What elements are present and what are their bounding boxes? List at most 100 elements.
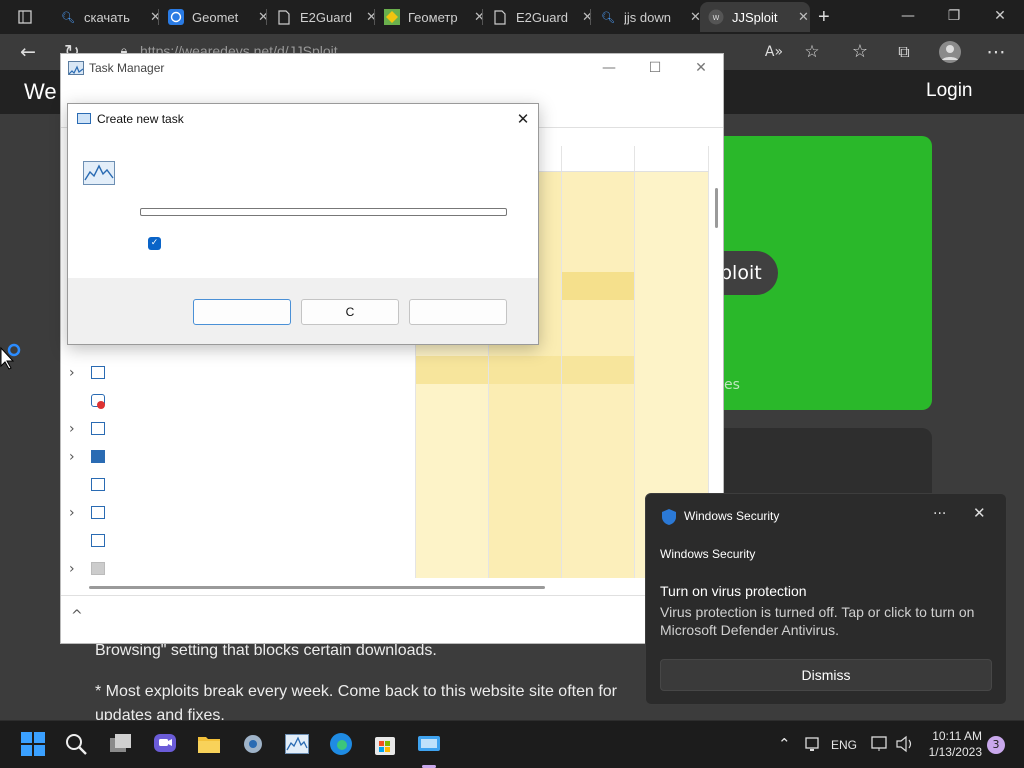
dismiss-button[interactable]: Dismiss — [660, 659, 992, 691]
tab-2[interactable]: Geomet ✕ — [160, 2, 269, 32]
tab-label: скачать — [84, 9, 130, 25]
notification-count-badge[interactable]: 3 — [987, 736, 1005, 754]
file-explorer-icon[interactable] — [196, 731, 222, 757]
process-row[interactable]: › — [61, 360, 415, 388]
chevron-right-icon[interactable]: › — [69, 505, 75, 521]
tab-6[interactable]: 🔍︎ jjs down ✕ — [592, 2, 701, 32]
task-manager-title: Task Manager — [89, 61, 165, 75]
tab-1[interactable]: 🔍︎ скачать ✕ — [52, 2, 161, 32]
highlight-row — [415, 356, 634, 384]
app-window-icon — [91, 506, 105, 519]
read-aloud-icon[interactable]: A» — [762, 40, 786, 64]
highlight-cell — [561, 272, 634, 300]
task-manager-taskbar-icon[interactable] — [284, 731, 310, 757]
process-row[interactable]: › — [61, 500, 415, 528]
browser-tab-strip: 🔍︎ скачать ✕ Geomet ✕ E2Guard ✕ Геометр … — [0, 0, 1024, 34]
tab-actions-button[interactable] — [10, 2, 40, 32]
more-options-icon[interactable]: ··· — [933, 506, 946, 522]
new-tab-button[interactable]: + — [818, 2, 830, 32]
vertical-scrollbar[interactable] — [715, 188, 718, 228]
minimize-icon[interactable]: — — [898, 6, 918, 26]
edge-browser-icon[interactable] — [328, 731, 354, 757]
app-window-icon — [91, 534, 105, 547]
ok-button[interactable] — [193, 299, 291, 325]
add-favorite-icon[interactable]: ☆ — [800, 40, 824, 64]
chevron-right-icon[interactable]: › — [69, 561, 75, 577]
plus-icon: + — [818, 5, 830, 28]
admin-privileges-checkbox[interactable]: ✓ — [148, 237, 161, 250]
tab-4[interactable]: Геометр ✕ — [376, 2, 485, 32]
process-row[interactable] — [61, 472, 415, 500]
chat-icon[interactable] — [152, 731, 178, 757]
download-note: es — [724, 377, 740, 393]
process-row[interactable] — [61, 528, 415, 556]
close-icon[interactable]: ✕ — [990, 6, 1010, 26]
close-icon[interactable]: ✕ — [512, 108, 534, 130]
task-view-icon[interactable] — [108, 731, 134, 757]
app-window-icon — [91, 366, 105, 379]
dialog-footer: C — [68, 278, 538, 344]
tab-3[interactable]: E2Guard ✕ — [268, 2, 377, 32]
tab-7-active[interactable]: W JJSploit ✕ — [700, 2, 810, 32]
settings-gear-icon[interactable] — [240, 731, 266, 757]
back-arrow-icon[interactable]: ← — [16, 40, 40, 64]
language-indicator[interactable]: ENG — [831, 738, 857, 752]
tab-separator — [590, 9, 591, 25]
chevron-right-icon[interactable]: › — [69, 365, 75, 381]
run-dialog-icon — [77, 113, 91, 124]
create-new-task-dialog: Create new task ✕ ✓ C — [67, 103, 539, 345]
tab-label: JJSploit — [732, 9, 778, 25]
close-icon[interactable]: ✕ — [691, 58, 711, 78]
site-logo[interactable]: We — [24, 79, 57, 105]
open-input[interactable] — [140, 208, 507, 216]
page-icon — [276, 9, 292, 25]
browse-button[interactable] — [409, 299, 507, 325]
process-row[interactable] — [61, 388, 415, 416]
chevron-right-icon[interactable]: › — [69, 449, 75, 465]
process-row[interactable]: › — [61, 556, 415, 584]
minimize-icon[interactable]: — — [599, 58, 619, 78]
game-icon — [384, 9, 400, 25]
tab-5[interactable]: E2Guard ✕ — [484, 2, 593, 32]
maximize-icon[interactable]: ☐ — [645, 58, 665, 78]
chevron-right-icon[interactable]: › — [69, 421, 75, 437]
page-icon — [492, 9, 508, 25]
generic-process-icon — [91, 562, 105, 575]
favorites-icon[interactable]: ☆ — [848, 40, 872, 64]
search-icon[interactable] — [63, 731, 89, 757]
column-divider — [561, 146, 562, 578]
cancel-button[interactable]: C — [301, 299, 399, 325]
network-icon[interactable] — [868, 731, 894, 757]
tab-label: Геометр — [408, 9, 458, 25]
toast-heading: Turn on virus protection — [660, 583, 807, 599]
chevron-up-icon[interactable]: ^ — [71, 608, 83, 624]
process-row[interactable]: › — [61, 416, 415, 444]
horizontal-scrollbar[interactable] — [89, 586, 545, 589]
clock-time[interactable]: 10:11 AM — [926, 729, 982, 743]
show-hidden-icons-icon[interactable]: ⌃ — [778, 735, 791, 753]
close-icon[interactable]: ✕ — [973, 504, 986, 522]
volume-icon[interactable] — [892, 731, 918, 757]
run-dialog-taskbar-icon[interactable] — [416, 731, 442, 757]
app-window-icon — [91, 478, 105, 491]
store-icon[interactable] — [372, 731, 398, 757]
collections-icon[interactable]: ⧉ — [892, 40, 916, 64]
tab-separator — [266, 9, 267, 25]
windows-security-toast[interactable]: Windows Security ··· ✕ Windows Security … — [645, 493, 1007, 705]
toast-app-name: Windows Security — [684, 509, 780, 523]
site-text-browsing: Browsing" setting that blocks certain do… — [95, 642, 437, 659]
app-window-icon — [91, 422, 105, 435]
site-icon: W — [708, 9, 724, 25]
meet-now-icon[interactable] — [800, 731, 826, 757]
tab-close-icon[interactable]: ✕ — [798, 9, 809, 25]
app-icon — [91, 450, 105, 463]
process-row[interactable]: › — [61, 444, 415, 472]
clock-date[interactable]: 1/13/2023 — [926, 745, 982, 759]
start-windows-icon[interactable] — [20, 731, 46, 757]
more-icon[interactable]: ⋯ — [984, 40, 1008, 64]
tab-separator — [374, 9, 375, 25]
login-link[interactable]: Login — [926, 80, 973, 102]
toast-body: Virus protection is turned off. Tap or c… — [660, 604, 975, 638]
restore-icon[interactable]: ❐ — [944, 6, 964, 26]
profile-avatar-icon[interactable] — [938, 40, 962, 64]
